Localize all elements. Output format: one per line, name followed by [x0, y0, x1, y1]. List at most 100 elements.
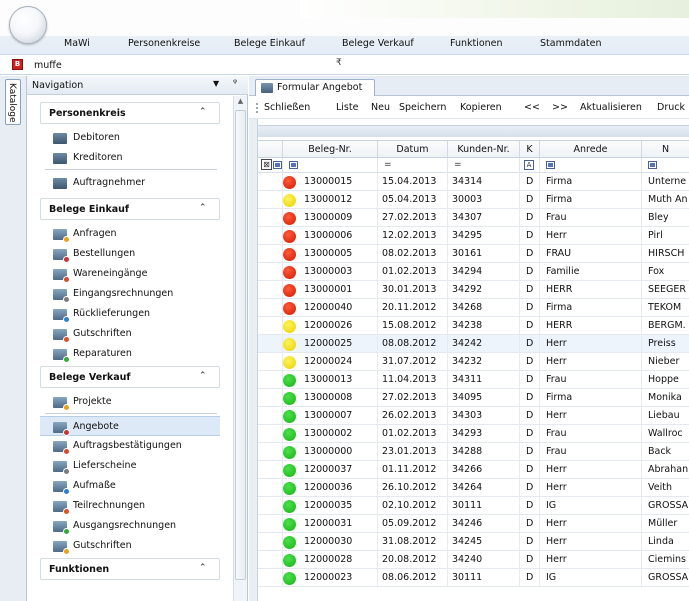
- cell-kunde[interactable]: 30111: [448, 497, 520, 514]
- scroll-thumb[interactable]: [235, 110, 246, 580]
- menu-stammdaten[interactable]: Stammdaten: [540, 38, 602, 49]
- nav-group-belege-einkauf[interactable]: Belege Einkauf ⌃: [40, 198, 220, 220]
- cell-anrede[interactable]: Herr: [540, 335, 642, 352]
- cell-name[interactable]: GROSSA: [642, 497, 689, 514]
- cell-kunde[interactable]: 34245: [448, 533, 520, 550]
- cell-name[interactable]: Liebau: [642, 407, 689, 424]
- nav-item-gutschriften[interactable]: Gutschriften: [40, 536, 220, 556]
- cell-k[interactable]: D: [520, 227, 540, 244]
- cell-datum[interactable]: 20.11.2012: [378, 299, 448, 316]
- table-row[interactable]: 13000012 05.04.2013 30003 D Firma Muth An: [258, 191, 689, 209]
- cell-datum[interactable]: 11.04.2013: [378, 371, 448, 388]
- cell-name[interactable]: TEKOM: [642, 299, 689, 316]
- filter-anrede[interactable]: [540, 158, 642, 173]
- tab-formular-angebot[interactable]: Formular Angebot: [255, 79, 375, 96]
- table-row[interactable]: 13000015 15.04.2013 34314 D Firma Unterne: [258, 173, 689, 191]
- table-row[interactable]: 13000000 23.01.2013 34288 D Frau Back: [258, 443, 689, 461]
- cell-datum[interactable]: 01.02.2013: [378, 425, 448, 442]
- cell-kunde[interactable]: 34095: [448, 389, 520, 406]
- cell-nr[interactable]: 12000037: [283, 461, 378, 478]
- row-selector[interactable]: [258, 533, 283, 550]
- nav-item-auftragsbestätigungen[interactable]: Auftragsbestätigungen: [40, 436, 220, 456]
- table-row[interactable]: 12000040 20.11.2012 34268 D Firma TEKOM: [258, 299, 689, 317]
- cell-anrede[interactable]: Herr: [540, 515, 642, 532]
- table-row[interactable]: 12000037 01.11.2012 34266 D Herr Abrahan: [258, 461, 689, 479]
- cell-k[interactable]: D: [520, 173, 540, 190]
- cell-nr[interactable]: 13000005: [283, 245, 378, 262]
- cell-k[interactable]: D: [520, 551, 540, 568]
- table-row[interactable]: 13000003 01.02.2013 34294 D Familie Fox: [258, 263, 689, 281]
- table-row[interactable]: 13000007 26.02.2013 34303 D Herr Liebau: [258, 407, 689, 425]
- cell-k[interactable]: D: [520, 461, 540, 478]
- nav-group-personenkreis[interactable]: Personenkreis ⌃: [40, 102, 220, 124]
- cell-nr[interactable]: 13000001: [283, 281, 378, 298]
- header-datum[interactable]: Datum: [378, 141, 448, 158]
- previous-button[interactable]: <<: [524, 102, 540, 113]
- nav-item-projekte[interactable]: Projekte: [40, 392, 220, 412]
- cell-kunde[interactable]: 34293: [448, 425, 520, 442]
- table-row[interactable]: 12000023 08.06.2012 30111 D IG GROSSA: [258, 569, 689, 587]
- cell-anrede[interactable]: HERR: [540, 281, 642, 298]
- cell-k[interactable]: D: [520, 533, 540, 550]
- nav-item-kreditoren[interactable]: Kreditoren: [40, 148, 220, 168]
- nav-item-eingangsrechnungen[interactable]: Eingangsrechnungen: [40, 284, 220, 304]
- copy-button[interactable]: Kopieren: [460, 102, 502, 113]
- cell-kunde[interactable]: 34238: [448, 317, 520, 334]
- kataloge-tab[interactable]: Kataloge: [5, 79, 21, 125]
- row-selector[interactable]: [258, 263, 283, 280]
- table-row[interactable]: 12000026 15.08.2012 34238 D HERR BERGM.: [258, 317, 689, 335]
- row-selector[interactable]: [258, 245, 283, 262]
- cell-anrede[interactable]: HERR: [540, 317, 642, 334]
- cell-name[interactable]: Ciemins: [642, 551, 689, 568]
- nav-group-funktionen[interactable]: Funktionen ⌃: [40, 558, 220, 580]
- cell-kunde[interactable]: 34303: [448, 407, 520, 424]
- cell-name[interactable]: Pirl: [642, 227, 689, 244]
- cell-datum[interactable]: 05.09.2012: [378, 515, 448, 532]
- save-button[interactable]: Speichern: [399, 102, 446, 113]
- row-selector[interactable]: [258, 371, 283, 388]
- cell-datum[interactable]: 20.08.2012: [378, 551, 448, 568]
- cell-kunde[interactable]: 34242: [448, 335, 520, 352]
- row-selector[interactable]: [258, 353, 283, 370]
- pin-icon[interactable]: ᵠ: [233, 78, 237, 89]
- navigation-dropdown-icon[interactable]: ▼: [213, 79, 219, 88]
- cell-k[interactable]: D: [520, 353, 540, 370]
- cell-nr[interactable]: 13000002: [283, 425, 378, 442]
- row-selector[interactable]: [258, 461, 283, 478]
- cell-anrede[interactable]: Firma: [540, 173, 642, 190]
- row-selector[interactable]: [258, 209, 283, 226]
- cell-kunde[interactable]: 34246: [448, 515, 520, 532]
- cell-anrede[interactable]: Herr: [540, 533, 642, 550]
- filter-mode-icon[interactable]: [273, 161, 282, 169]
- cell-k[interactable]: D: [520, 425, 540, 442]
- navigation-scrollbar[interactable]: ▲: [233, 96, 247, 601]
- cell-k[interactable]: D: [520, 317, 540, 334]
- cell-nr[interactable]: 13000015: [283, 173, 378, 190]
- table-row[interactable]: 13000001 30.01.2013 34292 D HERR SEEGER: [258, 281, 689, 299]
- cell-k[interactable]: D: [520, 515, 540, 532]
- nav-item-teilrechnungen[interactable]: Teilrechnungen: [40, 496, 220, 516]
- cell-name[interactable]: Nieber: [642, 353, 689, 370]
- table-row[interactable]: 12000031 05.09.2012 34246 D Herr Müller: [258, 515, 689, 533]
- cell-kunde[interactable]: 30161: [448, 245, 520, 262]
- filter-text-icon[interactable]: A: [524, 160, 534, 170]
- cell-anrede[interactable]: Firma: [540, 299, 642, 316]
- cell-name[interactable]: Müller: [642, 515, 689, 532]
- cell-anrede[interactable]: FRAU: [540, 245, 642, 262]
- table-row[interactable]: 13000008 27.02.2013 34095 D Firma Monika: [258, 389, 689, 407]
- row-selector[interactable]: [258, 335, 283, 352]
- cell-anrede[interactable]: IG: [540, 497, 642, 514]
- cell-nr[interactable]: 13000012: [283, 191, 378, 208]
- cell-datum[interactable]: 08.08.2012: [378, 335, 448, 352]
- cell-datum[interactable]: 01.02.2013: [378, 263, 448, 280]
- cell-datum[interactable]: 15.08.2012: [378, 317, 448, 334]
- cell-name[interactable]: Abrahan: [642, 461, 689, 478]
- table-row[interactable]: 12000036 26.10.2012 34264 D Herr Veith: [258, 479, 689, 497]
- cell-datum[interactable]: 02.10.2012: [378, 497, 448, 514]
- nav-group-belege-verkauf[interactable]: Belege Verkauf ⌃: [40, 366, 220, 388]
- cell-datum[interactable]: 08.06.2012: [378, 569, 448, 586]
- cell-k[interactable]: D: [520, 407, 540, 424]
- cell-anrede[interactable]: Frau: [540, 209, 642, 226]
- filter-k[interactable]: A: [520, 158, 540, 173]
- collapse-icon[interactable]: ⌃: [199, 107, 207, 117]
